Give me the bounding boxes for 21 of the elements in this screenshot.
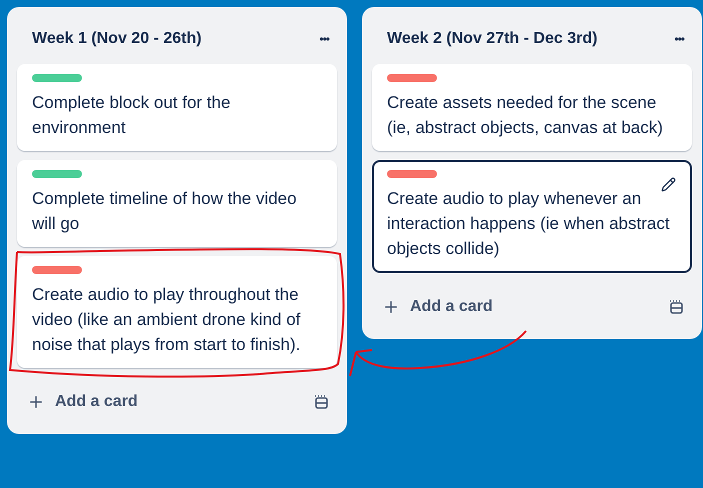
- plus-icon: [27, 393, 45, 411]
- list-menu-button[interactable]: •••: [674, 30, 684, 48]
- add-card-button[interactable]: Add a card: [382, 295, 493, 319]
- task-card[interactable]: Create audio to play throughout the video (like an ambient drone kind of noise that plays from start to finish).: [17, 256, 337, 368]
- task-card[interactable]: Complete timeline of how the video will go: [17, 160, 337, 247]
- list-menu-button[interactable]: •••: [319, 30, 329, 48]
- card-text: Create audio to play throughout the video (like an ambient drone kind of noise that plays from start to finish).: [32, 284, 302, 356]
- add-card-button[interactable]: Add a card: [27, 390, 138, 414]
- card-text: Complete timeline of how the video will go: [32, 188, 298, 235]
- template-icon[interactable]: [668, 299, 684, 315]
- plus-icon: [382, 298, 400, 316]
- template-icon[interactable]: [313, 394, 329, 410]
- task-card[interactable]: Complete block out for the environment: [17, 64, 337, 151]
- list-title: Week 2 (Nov 27th - Dec 3rd): [387, 29, 598, 49]
- edit-icon[interactable]: [661, 177, 676, 192]
- task-card[interactable]: Create assets needed for the scene (ie, abstract objects, canvas at back): [372, 64, 692, 151]
- card-text: Create assets needed for the scene (ie, abstract objects, canvas at back): [387, 92, 664, 139]
- card-text: Complete block out for the environment: [32, 92, 232, 139]
- list-title: Week 1 (Nov 20 - 26th): [32, 29, 202, 49]
- task-card[interactable]: Create audio to play whenever an interaction happens (ie when abstract objects collide): [372, 160, 692, 273]
- card-text: Create audio to play whenever an interaction happens (ie when abstract objects collide): [387, 188, 671, 260]
